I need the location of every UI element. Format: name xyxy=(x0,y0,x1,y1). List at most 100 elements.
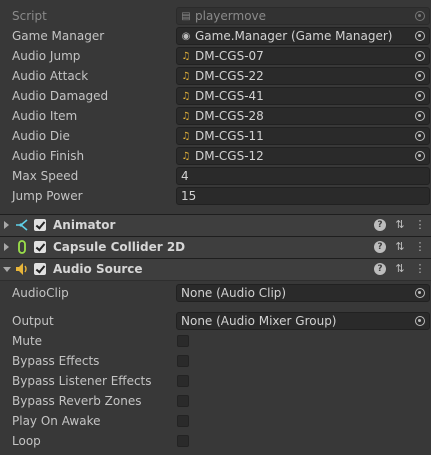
field-label: Audio Finish xyxy=(12,149,85,163)
field-value: DM-CGS-22 xyxy=(195,69,264,83)
help-icon[interactable]: ? xyxy=(374,263,386,275)
field-value: DM-CGS-11 xyxy=(195,129,264,143)
audio-finish-field[interactable]: ♫ DM-CGS-12 xyxy=(176,147,430,165)
audio-die-field[interactable]: ♫ DM-CGS-11 xyxy=(176,127,430,145)
component-header-capsule-collider-2d[interactable]: Capsule Collider 2D ? ⇅ ⋮ xyxy=(0,236,431,258)
help-icon[interactable]: ? xyxy=(374,219,386,231)
audio-jump-field[interactable]: ♫ DM-CGS-07 xyxy=(176,47,430,65)
output-value: None (Audio Mixer Group) xyxy=(181,314,337,328)
toggle-label: Bypass Effects xyxy=(12,354,100,368)
component-title: Capsule Collider 2D xyxy=(53,240,186,254)
field-row-audio-jump: Audio Jump ♫ DM-CGS-07 xyxy=(0,46,431,66)
script-value: playermove xyxy=(195,9,267,23)
field-row-audio-damaged: Audio Damaged ♫ DM-CGS-41 xyxy=(0,86,431,106)
toggle-label: Loop xyxy=(12,434,41,448)
object-picker-icon[interactable] xyxy=(415,91,425,101)
field-label: Audio Item xyxy=(12,109,78,123)
field-row-audio-finish: Audio Finish ♫ DM-CGS-12 xyxy=(0,146,431,166)
jump-power-row: Jump Power 15 xyxy=(0,186,431,206)
object-picker-icon[interactable] xyxy=(415,51,425,61)
capsule-collider-icon xyxy=(18,240,26,254)
field-value: DM-CGS-07 xyxy=(195,49,264,63)
field-label: Game Manager xyxy=(12,29,105,43)
field-row-audio-item: Audio Item ♫ DM-CGS-28 xyxy=(0,106,431,126)
audio-clip-icon: ♫ xyxy=(181,150,191,162)
audio-clip-row: AudioClip None (Audio Clip) xyxy=(0,283,431,303)
presets-icon[interactable]: ⇅ xyxy=(394,219,406,231)
bypass-listener-effects-checkbox[interactable] xyxy=(177,375,189,387)
toggle-row-mute: Mute xyxy=(0,331,431,351)
component-title: Audio Source xyxy=(53,262,143,276)
output-label: Output xyxy=(12,314,54,328)
field-value: DM-CGS-28 xyxy=(195,109,264,123)
toggle-label: Play On Awake xyxy=(12,414,101,428)
audio-clip-icon: ♫ xyxy=(181,110,191,122)
field-label: Audio Jump xyxy=(12,49,81,63)
script-field[interactable]: ▤ playermove xyxy=(176,7,430,25)
field-value: DM-CGS-12 xyxy=(195,149,264,163)
play-on-awake-checkbox[interactable] xyxy=(177,415,189,427)
presets-icon[interactable]: ⇅ xyxy=(394,263,406,275)
object-picker-icon[interactable] xyxy=(415,288,425,298)
toggle-label: Bypass Listener Effects xyxy=(12,374,152,388)
audio-source-icon xyxy=(16,263,27,275)
max-speed-row: Max Speed 4 xyxy=(0,166,431,186)
object-picker-icon[interactable] xyxy=(415,316,425,326)
jump-power-input[interactable]: 15 xyxy=(176,187,430,205)
component-header-audio-source[interactable]: Audio Source ? ⇅ ⋮ xyxy=(0,258,431,280)
field-label: Audio Die xyxy=(12,129,70,143)
object-picker-icon[interactable] xyxy=(415,11,425,21)
max-speed-input[interactable]: 4 xyxy=(176,167,430,185)
foldout-arrow-icon[interactable] xyxy=(4,221,9,229)
field-value: DM-CGS-41 xyxy=(195,89,264,103)
audio-clip-field[interactable]: None (Audio Clip) xyxy=(176,284,430,302)
component-enabled-checkbox[interactable] xyxy=(34,263,46,275)
object-picker-icon[interactable] xyxy=(415,151,425,161)
presets-icon[interactable]: ⇅ xyxy=(394,241,406,253)
object-picker-icon[interactable] xyxy=(415,71,425,81)
component-title: Animator xyxy=(53,218,116,232)
component-enabled-checkbox[interactable] xyxy=(34,219,46,231)
script-row: Script ▤ playermove xyxy=(0,6,431,26)
audio-clip-value: None (Audio Clip) xyxy=(181,286,287,300)
toggle-row-bypass-effects: Bypass Effects xyxy=(0,351,431,371)
field-value: Game.Manager (Game Manager) xyxy=(195,29,393,43)
kebab-menu-icon[interactable]: ⋮ xyxy=(414,241,426,253)
max-speed-value: 4 xyxy=(181,169,189,183)
toggle-row-bypass-reverb-zones: Bypass Reverb Zones xyxy=(0,391,431,411)
component-enabled-checkbox[interactable] xyxy=(34,241,46,253)
object-picker-icon[interactable] xyxy=(415,111,425,121)
field-label: Audio Damaged xyxy=(12,89,109,103)
audio-attack-field[interactable]: ♫ DM-CGS-22 xyxy=(176,67,430,85)
audio-item-field[interactable]: ♫ DM-CGS-28 xyxy=(176,107,430,125)
toggle-row-play-on-awake: Play On Awake xyxy=(0,411,431,431)
output-field[interactable]: None (Audio Mixer Group) xyxy=(176,312,430,330)
help-icon[interactable]: ? xyxy=(374,241,386,253)
object-picker-icon[interactable] xyxy=(415,131,425,141)
loop-checkbox[interactable] xyxy=(177,435,189,447)
toggle-row-loop: Loop xyxy=(0,431,431,451)
foldout-arrow-icon[interactable] xyxy=(4,243,9,251)
game-manager-field[interactable]: ◉ Game.Manager (Game Manager) xyxy=(176,27,430,45)
bypass-reverb-zones-checkbox[interactable] xyxy=(177,395,189,407)
component-header-animator[interactable]: Animator ? ⇅ ⋮ xyxy=(0,214,431,236)
script-file-icon: ▤ xyxy=(181,10,191,22)
audio-clip-icon: ♫ xyxy=(181,90,191,102)
kebab-menu-icon[interactable]: ⋮ xyxy=(414,219,426,231)
audio-clip-label: AudioClip xyxy=(12,286,69,300)
audio-clip-icon: ♫ xyxy=(181,50,191,62)
gameobject-icon: ◉ xyxy=(181,30,191,42)
bypass-effects-checkbox[interactable] xyxy=(177,355,189,367)
kebab-menu-icon[interactable]: ⋮ xyxy=(414,263,426,275)
foldout-arrow-icon[interactable] xyxy=(3,267,11,272)
divider xyxy=(0,280,431,281)
max-speed-label: Max Speed xyxy=(12,169,79,183)
toggle-label: Bypass Reverb Zones xyxy=(12,394,142,408)
audio-damaged-field[interactable]: ♫ DM-CGS-41 xyxy=(176,87,430,105)
field-row-game-manager: Game Manager ◉ Game.Manager (Game Manage… xyxy=(0,26,431,46)
toggle-label: Mute xyxy=(12,334,43,348)
mute-checkbox[interactable] xyxy=(177,335,189,347)
object-picker-icon[interactable] xyxy=(415,31,425,41)
jump-power-value: 15 xyxy=(181,189,197,203)
field-row-audio-die: Audio Die ♫ DM-CGS-11 xyxy=(0,126,431,146)
